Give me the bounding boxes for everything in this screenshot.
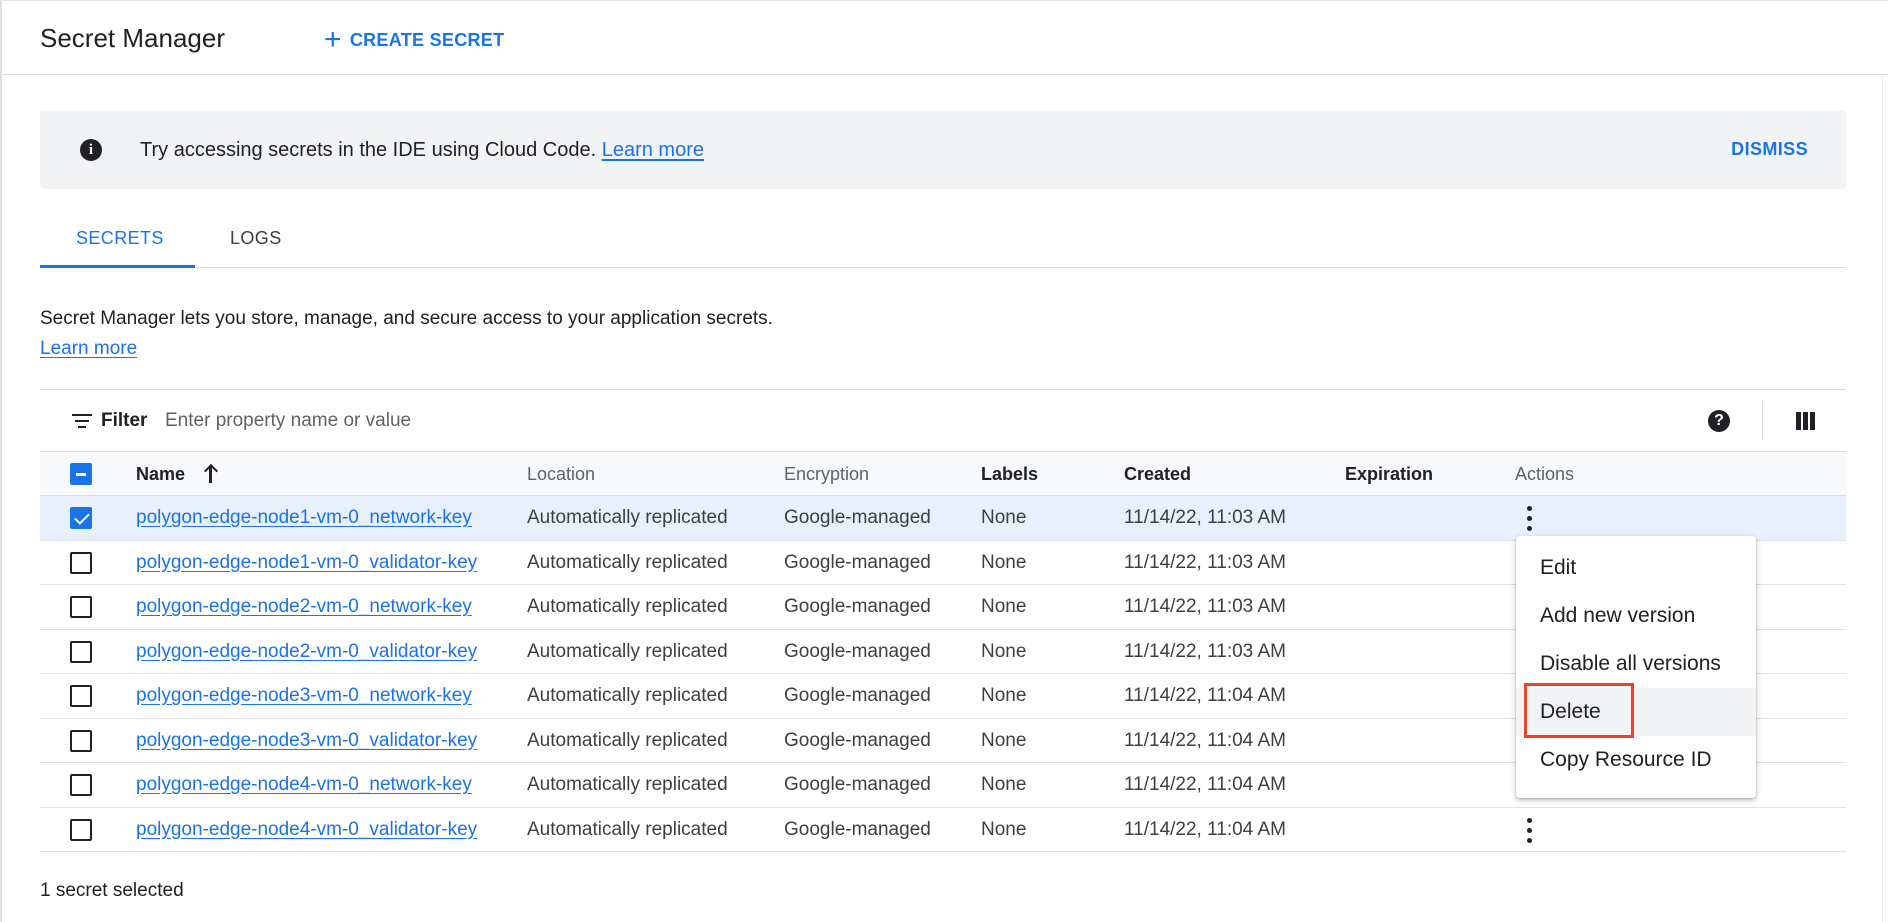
active-tab-indicator — [40, 265, 195, 268]
actions-menu: Edit Add new version Disable all version… — [1516, 536, 1756, 798]
row-checkbox[interactable] — [70, 818, 92, 841]
encryption-cell: Google-managed — [784, 685, 931, 706]
filter-icon[interactable] — [72, 414, 92, 430]
created-cell: 11/14/22, 11:04 AM — [1124, 729, 1286, 751]
location-cell: Automatically replicated — [527, 640, 728, 662]
menu-item-delete[interactable]: Delete — [1516, 688, 1756, 736]
selection-status: 1 secret selected — [40, 880, 184, 901]
banner-learn-more-link[interactable]: Learn more — [602, 139, 704, 161]
location-cell: Automatically replicated — [527, 551, 728, 573]
created-cell: 11/14/22, 11:04 AM — [1124, 685, 1286, 706]
tab-bar: SECRETS LOGS — [40, 214, 1846, 268]
labels-cell: None — [981, 551, 1027, 573]
create-secret-button[interactable]: + CREATE SECRET — [324, 25, 504, 55]
labels-cell: None — [981, 507, 1027, 528]
select-all-checkbox[interactable] — [70, 463, 92, 485]
filter-label: Filter — [101, 410, 148, 431]
labels-cell: None — [981, 818, 1027, 840]
sort-ascending-icon[interactable] — [200, 462, 220, 484]
row-checkbox[interactable] — [70, 774, 92, 796]
page-header: Secret Manager + CREATE SECRET — [2, 1, 1888, 75]
labels-cell: None — [981, 685, 1027, 706]
row-checkbox[interactable] — [70, 507, 92, 529]
location-cell: Automatically replicated — [527, 596, 728, 617]
description-learn-more-link[interactable]: Learn more — [40, 338, 137, 360]
location-cell: Automatically replicated — [527, 729, 728, 751]
help-icon[interactable]: ? — [1708, 410, 1730, 432]
table-row: polygon-edge-node4-vm-0_validator-key Au… — [40, 808, 1846, 852]
secret-name-link[interactable]: polygon-edge-node2-vm-0_validator-key — [136, 641, 477, 663]
table-row: polygon-edge-node1-vm-0_network-key Auto… — [40, 496, 1846, 541]
encryption-cell: Google-managed — [784, 774, 931, 795]
created-cell: 11/14/22, 11:03 AM — [1124, 640, 1286, 662]
info-icon: i — [80, 139, 102, 161]
row-checkbox[interactable] — [70, 596, 92, 618]
menu-item-disable-all-versions[interactable]: Disable all versions — [1516, 640, 1756, 688]
encryption-cell: Google-managed — [784, 818, 931, 840]
created-cell: 11/14/22, 11:03 AM — [1124, 551, 1286, 573]
created-cell: 11/14/22, 11:04 AM — [1124, 774, 1286, 795]
page-description: Secret Manager lets you store, manage, a… — [40, 308, 773, 329]
filter-bar: Filter ? — [40, 389, 1846, 452]
right-panel-divider — [1882, 75, 1883, 922]
secret-name-link[interactable]: polygon-edge-node1-vm-0_validator-key — [136, 552, 477, 574]
toolbar-divider — [1762, 402, 1763, 440]
banner-text: Try accessing secrets in the IDE using C… — [140, 139, 597, 161]
column-header-expiration[interactable]: Expiration — [1345, 464, 1433, 485]
row-checkbox[interactable] — [70, 640, 92, 663]
dismiss-button[interactable]: DISMISS — [1731, 139, 1808, 160]
secret-name-link[interactable]: polygon-edge-node4-vm-0_network-key — [136, 774, 472, 796]
row-checkbox[interactable] — [70, 729, 92, 752]
labels-cell: None — [981, 774, 1027, 795]
location-cell: Automatically replicated — [527, 818, 728, 840]
column-header-actions: Actions — [1515, 464, 1575, 484]
page-title: Secret Manager — [40, 23, 225, 53]
labels-cell: None — [981, 640, 1027, 662]
secret-name-link[interactable]: polygon-edge-node4-vm-0_validator-key — [136, 819, 477, 841]
banner-message: Try accessing secrets in the IDE using C… — [140, 139, 704, 162]
info-banner: i Try accessing secrets in the IDE using… — [40, 111, 1846, 189]
tab-secrets[interactable]: SECRETS — [76, 228, 164, 249]
column-header-labels[interactable]: Labels — [981, 464, 1038, 485]
secret-name-link[interactable]: polygon-edge-node1-vm-0_network-key — [136, 507, 472, 529]
row-checkbox[interactable] — [70, 551, 92, 574]
column-display-icon[interactable] — [1796, 412, 1816, 430]
menu-item-edit[interactable]: Edit — [1516, 544, 1756, 592]
plus-icon: + — [324, 23, 342, 56]
column-header-created[interactable]: Created — [1124, 464, 1191, 485]
encryption-cell: Google-managed — [784, 551, 931, 573]
labels-cell: None — [981, 596, 1027, 617]
create-secret-label: CREATE SECRET — [349, 29, 505, 50]
filter-input[interactable] — [165, 404, 765, 438]
created-cell: 11/14/22, 11:03 AM — [1124, 507, 1286, 528]
tab-logs[interactable]: LOGS — [230, 228, 282, 249]
menu-item-copy-resource-id[interactable]: Copy Resource ID — [1516, 736, 1756, 784]
column-header-name[interactable]: Name — [136, 464, 185, 485]
location-cell: Automatically replicated — [527, 507, 728, 528]
table-header: Name Location Encryption Labels Created … — [40, 452, 1846, 496]
encryption-cell: Google-managed — [784, 507, 931, 528]
created-cell: 11/14/22, 11:03 AM — [1124, 596, 1286, 617]
more-actions-icon[interactable] — [1523, 817, 1535, 844]
created-cell: 11/14/22, 11:04 AM — [1124, 818, 1286, 840]
labels-cell: None — [981, 729, 1027, 751]
secret-name-link[interactable]: polygon-edge-node3-vm-0_network-key — [136, 685, 472, 707]
row-checkbox[interactable] — [70, 685, 92, 707]
encryption-cell: Google-managed — [784, 729, 931, 751]
location-cell: Automatically replicated — [527, 685, 728, 706]
encryption-cell: Google-managed — [784, 596, 931, 617]
column-header-location: Location — [527, 464, 596, 484]
menu-item-add-new-version[interactable]: Add new version — [1516, 592, 1756, 640]
location-cell: Automatically replicated — [527, 774, 728, 795]
column-header-encryption: Encryption — [784, 464, 870, 484]
secret-name-link[interactable]: polygon-edge-node3-vm-0_validator-key — [136, 730, 477, 752]
encryption-cell: Google-managed — [784, 640, 931, 662]
secret-name-link[interactable]: polygon-edge-node2-vm-0_network-key — [136, 596, 472, 618]
more-actions-icon[interactable] — [1523, 506, 1535, 532]
